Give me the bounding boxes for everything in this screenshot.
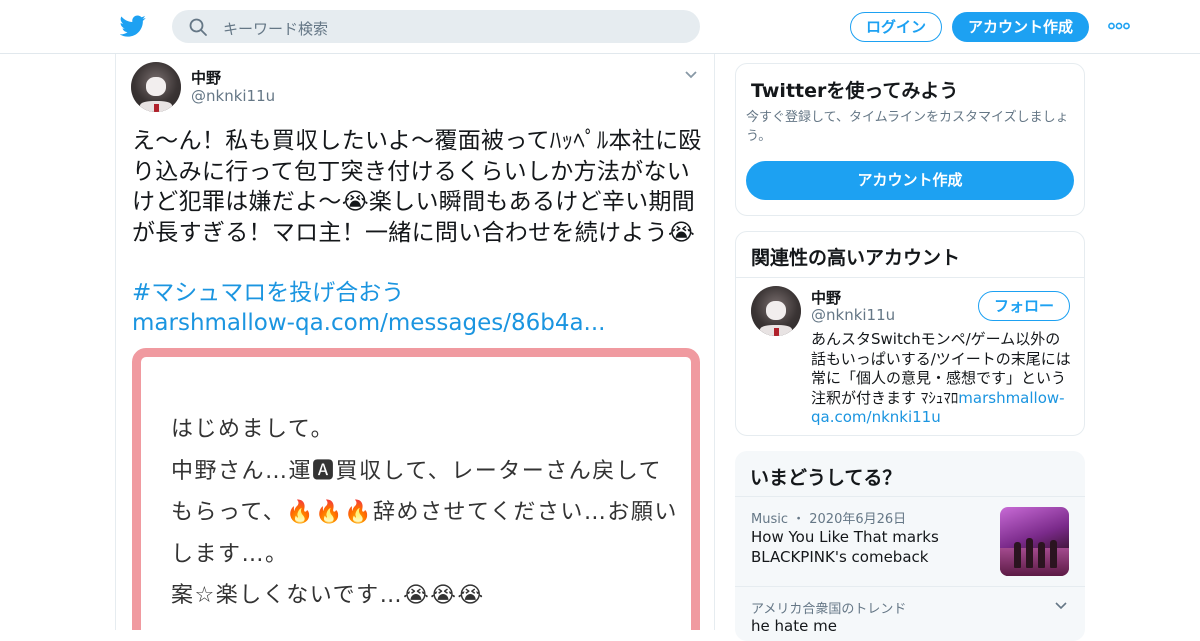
module-title: 関連性の高いアカウント xyxy=(751,247,961,269)
search-bar[interactable]: キーワード検索 xyxy=(172,10,700,43)
link-card[interactable]: はじめまして。 中野さん…運🅰買収して、レーターさん戻して もらって、🔥🔥🔥辞め… xyxy=(132,348,700,630)
tweet-column: 中野 @nknki11u え～ん！私も買収したいよ～覆面被ってﾊｯﾍﾟﾙ本社に殴… xyxy=(115,54,715,630)
module-title: Twitterを使ってみよう xyxy=(751,80,959,102)
author-name[interactable]: 中野 xyxy=(191,67,221,88)
card-line: します…。 xyxy=(171,541,289,567)
chevron-down-icon[interactable] xyxy=(684,70,698,80)
divider xyxy=(736,277,1084,278)
divider xyxy=(735,586,1085,587)
more-dots-icon[interactable] xyxy=(1108,22,1130,30)
trends-module: いまどうしてる？ Music ・ 2020年6月26日 How You Like… xyxy=(735,451,1085,641)
url-link[interactable]: marshmallow-qa.com/messages/86b4a... xyxy=(132,308,702,338)
card-line: 中野さん…運🅰買収して、レーターさん戻して xyxy=(171,458,663,484)
module-title: いまどうしてる？ xyxy=(750,467,902,489)
related-handle[interactable]: @nknki11u xyxy=(811,306,895,324)
trend-meta: Music ・ 2020年6月26日 xyxy=(751,512,907,527)
chevron-down-icon[interactable] xyxy=(1054,601,1068,611)
module-subtitle: 今すぐ登録して、タイムラインをカスタマイズしましょう。 xyxy=(746,110,1069,144)
tweet-text: え～ん！私も買収したいよ～覆面被ってﾊｯﾍﾟﾙ本社に殴り込みに行って包丁突き付け… xyxy=(132,128,702,246)
related-name[interactable]: 中野 xyxy=(811,287,841,308)
avatar[interactable] xyxy=(131,62,181,112)
trend-meta: アメリカ合衆国のトレンド xyxy=(751,602,907,617)
trend-title[interactable]: How You Like That marks BLACKPINK's come… xyxy=(751,527,991,567)
related-bio: あんスタSwitchモンペ/ゲーム以外の話もいっぱいする/ツイートの末尾には常に… xyxy=(811,330,1073,428)
author-handle[interactable]: @nknki11u xyxy=(191,87,275,105)
top-navigation-bar: キーワード検索 ログイン アカウント作成 xyxy=(0,0,1200,54)
search-icon xyxy=(189,18,207,36)
divider xyxy=(735,496,1085,497)
card-line: 案☆楽しくないです…😭😭😭 xyxy=(171,583,485,608)
try-twitter-module: Twitterを使ってみよう 今すぐ登録して、タイムラインをカスタマイズしましょ… xyxy=(735,63,1085,216)
hashtag-link[interactable]: #マシュマロを投げ合おう xyxy=(132,278,702,308)
card-line: はじめまして。 xyxy=(171,417,335,442)
signup-button[interactable]: アカウント作成 xyxy=(952,12,1089,42)
twitter-bird-icon[interactable] xyxy=(120,13,146,39)
card-line: もらって、🔥🔥🔥辞めさせてください…お願い xyxy=(171,500,678,525)
login-button[interactable]: ログイン xyxy=(850,12,942,42)
related-accounts-module: 関連性の高いアカウント 中野 @nknki11u フォロー あんスタSwitch… xyxy=(735,231,1085,436)
signup-button-large[interactable]: アカウント作成 xyxy=(746,161,1074,200)
trend-title[interactable]: he hate me xyxy=(751,617,837,635)
card-text: はじめまして。 中野さん…運🅰買収して、レーターさん戻して もらって、🔥🔥🔥辞め… xyxy=(171,409,691,617)
follow-button[interactable]: フォロー xyxy=(978,291,1070,321)
trend-thumbnail[interactable] xyxy=(1000,507,1069,576)
search-placeholder[interactable]: キーワード検索 xyxy=(223,18,328,39)
related-avatar[interactable] xyxy=(751,286,801,336)
